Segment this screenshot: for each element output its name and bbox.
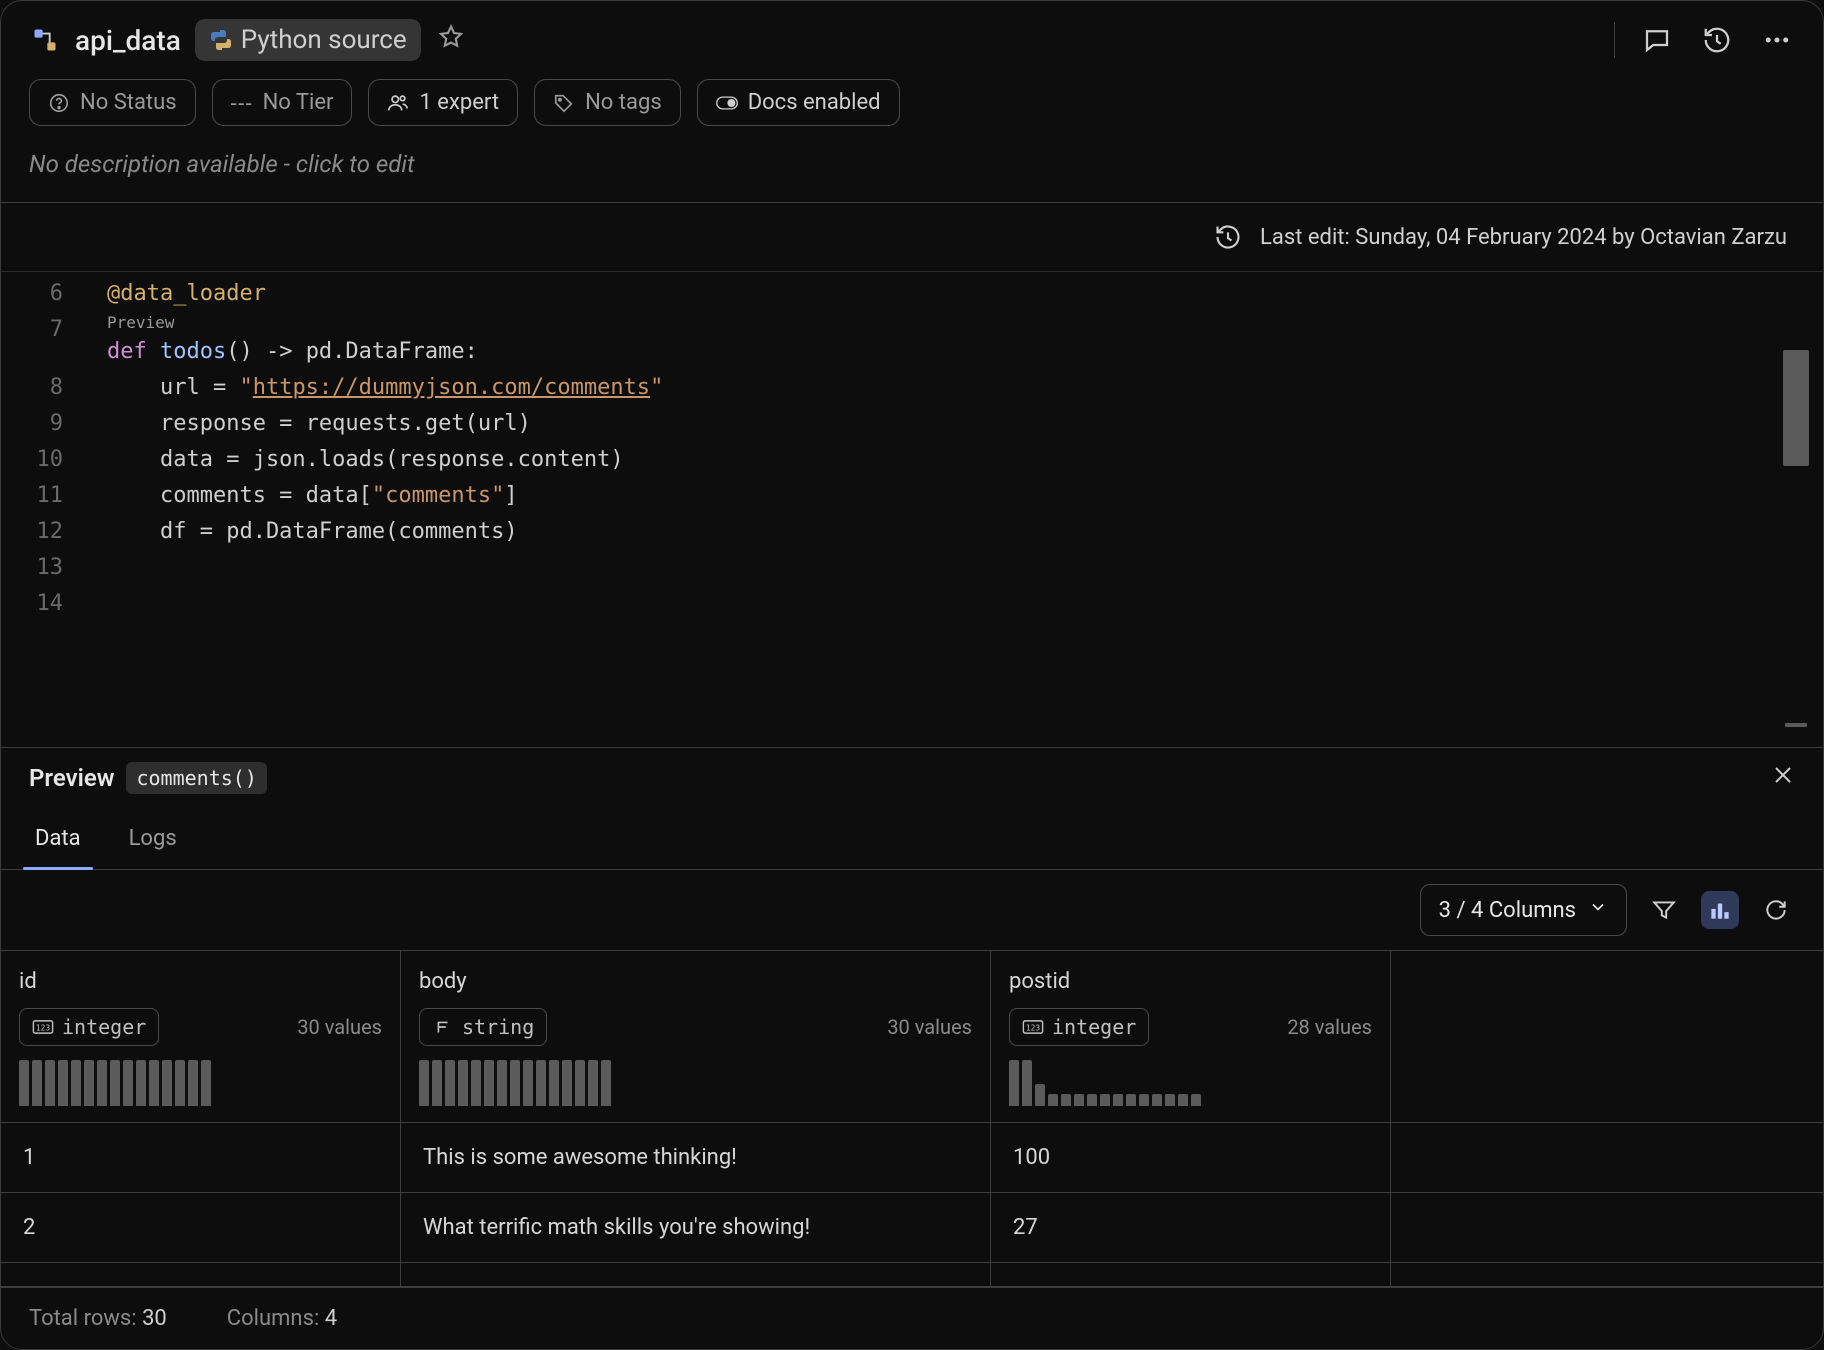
sparkline — [19, 1060, 382, 1106]
table-cell[interactable]: This is some awesome thinking! — [401, 1123, 991, 1193]
pipeline-icon — [29, 24, 61, 56]
table-cell[interactable]: 1 — [1, 1123, 401, 1193]
tag-icon — [553, 92, 575, 114]
column-header-id[interactable]: id123integer30 values — [1, 951, 401, 1123]
column-header-body[interactable]: bodystring30 values — [401, 951, 991, 1123]
pill-docs[interactable]: Docs enabled — [697, 79, 900, 126]
chevron-down-icon — [1588, 897, 1608, 923]
people-icon — [387, 92, 409, 114]
page-title: api_data — [75, 24, 181, 57]
more-icon[interactable] — [1759, 22, 1795, 58]
source-pill[interactable]: Python source — [195, 19, 421, 61]
pill-tags-label: No tags — [585, 90, 662, 115]
refresh-icon[interactable] — [1757, 891, 1795, 929]
history-icon[interactable] — [1699, 22, 1735, 58]
codelens-preview[interactable]: Preview — [107, 312, 1823, 334]
description[interactable]: No description available - click to edit — [1, 138, 1823, 202]
preview-function: comments() — [126, 762, 266, 794]
tab-data[interactable]: Data — [29, 808, 87, 869]
toggle-icon — [716, 92, 738, 114]
comment-icon[interactable] — [1639, 22, 1675, 58]
preview-tabs: Data Logs — [1, 808, 1823, 870]
pill-docs-label: Docs enabled — [748, 90, 881, 115]
column-header-postid[interactable]: postid123integer28 values — [991, 951, 1391, 1123]
code-editor[interactable]: 67891011121314 @data_loaderPreviewdef to… — [1, 271, 1823, 747]
integer-type-icon: 123integer — [1009, 1008, 1149, 1046]
tier-icon: - - - — [231, 92, 253, 114]
svg-text:123: 123 — [1026, 1024, 1040, 1033]
columns-dropdown-label: 3 / 4 Columns — [1439, 898, 1576, 923]
table-cell[interactable]: 27 — [991, 1193, 1391, 1263]
tab-logs[interactable]: Logs — [123, 808, 183, 869]
integer-type-icon: 123integer — [19, 1008, 159, 1046]
scrollbar-thumb[interactable] — [1783, 350, 1809, 466]
string-type-icon: string — [419, 1008, 547, 1046]
pill-experts[interactable]: 1 expert — [368, 79, 518, 126]
stats-icon[interactable] — [1701, 891, 1739, 929]
pill-tier[interactable]: - - - No Tier — [212, 79, 353, 126]
table-cell[interactable]: 2 — [1, 1193, 401, 1263]
table-cell[interactable]: What terrific math skills you're showing… — [401, 1193, 991, 1263]
code-content[interactable]: @data_loaderPreviewdef todos() -> pd.Dat… — [83, 272, 1823, 747]
last-edit: Last edit: Sunday, 04 February 2024 by O… — [1260, 225, 1787, 250]
divider — [1614, 22, 1615, 58]
table-cell[interactable]: 100 — [991, 1123, 1391, 1193]
pill-status-label: No Status — [80, 90, 177, 115]
history-icon[interactable] — [1210, 219, 1246, 255]
columns-dropdown[interactable]: 3 / 4 Columns — [1420, 884, 1627, 936]
svg-text:123: 123 — [36, 1024, 50, 1033]
star-icon[interactable] — [437, 23, 465, 58]
filter-icon[interactable] — [1645, 891, 1683, 929]
preview-title: Preview — [29, 764, 114, 792]
sparkline — [419, 1060, 972, 1106]
status-icon — [48, 92, 70, 114]
status-bar: Total rows: 30 Columns: 4 — [1, 1287, 1823, 1349]
pill-tags[interactable]: No tags — [534, 79, 681, 126]
source-label: Python source — [241, 25, 407, 55]
close-icon[interactable] — [1771, 763, 1795, 794]
pill-status[interactable]: No Status — [29, 79, 196, 126]
pill-experts-label: 1 expert — [419, 90, 499, 115]
line-gutter: 67891011121314 — [1, 272, 83, 747]
pill-tier-label: No Tier — [263, 90, 334, 115]
scrollbar[interactable] — [1783, 278, 1809, 741]
sparkline — [1009, 1060, 1372, 1106]
data-table: id123integer30 valuesbodystring30 values… — [1, 950, 1823, 1287]
python-icon — [209, 28, 233, 52]
minimap-mark — [1785, 723, 1807, 727]
